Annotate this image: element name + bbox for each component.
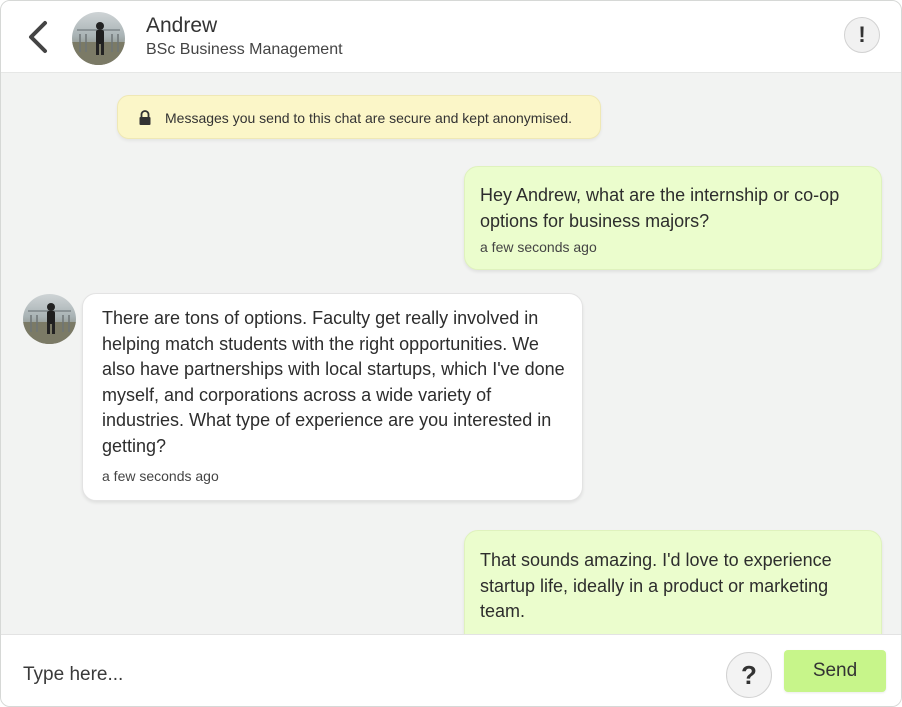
message-sent: That sounds amazing. I'd love to experie… xyxy=(464,530,882,650)
message-input[interactable] xyxy=(23,661,703,689)
send-button[interactable]: Send xyxy=(784,650,886,692)
message-timestamp: a few seconds ago xyxy=(102,468,219,484)
chat-window: Andrew BSc Business Management ! Message… xyxy=(0,0,902,707)
security-notice: Messages you send to this chat are secur… xyxy=(117,95,601,139)
contact-name: Andrew xyxy=(146,14,218,37)
message-received: There are tons of options. Faculty get r… xyxy=(82,293,583,501)
back-button[interactable] xyxy=(23,19,53,55)
chat-header: Andrew BSc Business Management ! xyxy=(1,1,901,73)
question-icon: ? xyxy=(741,659,757,690)
message-text: Hey Andrew, what are the internship or c… xyxy=(480,185,840,231)
avatar xyxy=(23,294,76,344)
chevron-left-icon xyxy=(29,21,47,53)
message-timestamp: a few seconds ago xyxy=(480,239,597,255)
avatar xyxy=(72,12,125,65)
message-text: That sounds amazing. I'd love to experie… xyxy=(480,550,832,621)
message-sent: Hey Andrew, what are the internship or c… xyxy=(464,166,882,270)
security-notice-text: Messages you send to this chat are secur… xyxy=(165,110,573,126)
person-photo-icon xyxy=(72,22,125,65)
message-composer: ? Send xyxy=(1,634,901,706)
person-photo-icon xyxy=(23,303,76,344)
help-button[interactable]: ? xyxy=(726,652,772,698)
report-button[interactable]: ! xyxy=(844,17,880,53)
lock-icon xyxy=(139,110,151,125)
exclamation-icon: ! xyxy=(858,22,866,47)
contact-subtitle: BSc Business Management xyxy=(146,41,343,58)
message-text: There are tons of options. Faculty get r… xyxy=(102,308,565,456)
